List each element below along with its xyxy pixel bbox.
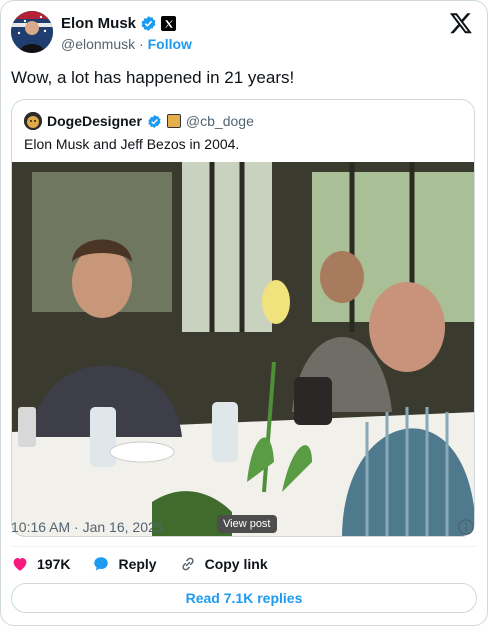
copy-link-label: Copy link <box>204 556 268 572</box>
verified-badge-icon <box>148 114 161 128</box>
affiliate-doge-icon <box>166 114 181 128</box>
reply-button[interactable]: Reply <box>92 555 157 573</box>
read-replies-button[interactable]: Read 7.1K replies <box>11 583 477 613</box>
speech-bubble-icon <box>94 557 109 571</box>
author-name[interactable]: Elon Musk <box>61 15 136 32</box>
like-button[interactable]: 197K <box>11 555 70 573</box>
tweet-text: Wow, a lot has happened in 21 years! <box>11 68 295 87</box>
divider <box>11 546 477 547</box>
quoted-author-handle: @cb_doge <box>185 113 254 129</box>
tweet-header: Elon Musk @elonmusk · Follow <box>11 11 479 55</box>
tweet-timestamp[interactable]: 10:16 AM · Jan 16, 2025 <box>11 519 164 535</box>
quoted-tweet[interactable]: DogeDesigner @cb_doge Elon Musk and Jeff… <box>11 99 475 537</box>
tweet-card: Elon Musk @elonmusk · Follow Wow, a lot … <box>0 0 488 626</box>
author-handle-row: @elonmusk · Follow <box>61 36 192 52</box>
affiliate-x-icon <box>161 16 177 31</box>
author-name-row: Elon Musk <box>61 15 177 32</box>
like-count: 197K <box>37 556 71 572</box>
action-bar: 197K Reply Copy link <box>11 555 268 573</box>
quoted-avatar <box>24 112 42 130</box>
author-handle[interactable]: @elonmusk <box>61 36 135 52</box>
heart-icon <box>13 558 27 571</box>
reply-label: Reply <box>118 556 157 572</box>
follow-button[interactable]: Follow <box>148 36 192 52</box>
copy-link-button[interactable]: Copy link <box>179 555 268 573</box>
quoted-text: Elon Musk and Jeff Bezos in 2004. <box>24 136 240 152</box>
info-icon[interactable] <box>457 518 475 536</box>
quoted-header: DogeDesigner @cb_doge <box>24 112 254 130</box>
view-post-tooltip: View post <box>217 515 277 533</box>
link-icon <box>181 557 194 571</box>
verified-badge-icon <box>141 16 156 31</box>
quoted-photo[interactable] <box>12 162 475 537</box>
quoted-author-name: DogeDesigner <box>47 113 142 129</box>
author-avatar[interactable] <box>11 11 53 53</box>
x-logo-icon[interactable] <box>449 11 473 35</box>
handle-separator: · <box>139 36 144 52</box>
